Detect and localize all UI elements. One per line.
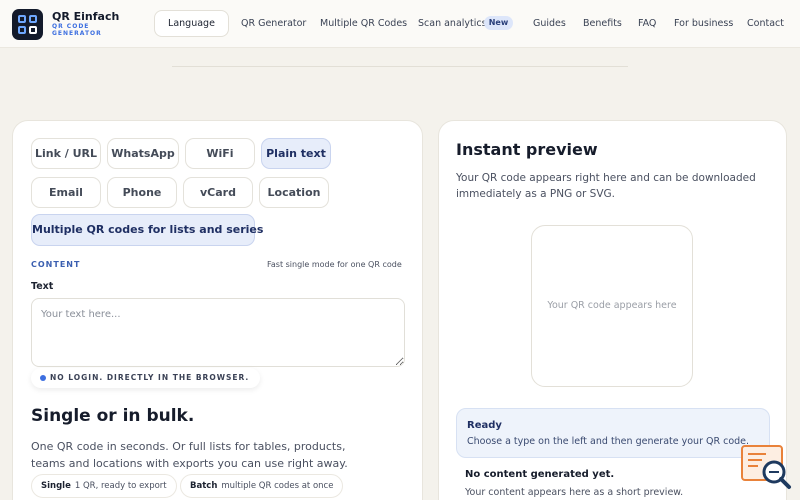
nav-multiple-qr-codes[interactable]: Multiple QR Codes — [320, 18, 407, 29]
ready-title: Ready — [467, 420, 502, 431]
preview-title: Instant preview — [456, 140, 598, 159]
bulk-title: Single or in bulk. — [31, 406, 195, 426]
nav-for-business[interactable]: For business — [674, 18, 733, 29]
type-vcard[interactable]: vCard — [183, 177, 253, 208]
batch-label: Batch — [190, 481, 218, 491]
type-multiple-qr-codes[interactable]: Multiple QR codes for lists and series — [31, 214, 263, 246]
nav-faq[interactable]: FAQ — [638, 18, 656, 29]
type-location[interactable]: Location — [259, 177, 329, 208]
single-desc: 1 QR, ready to export — [74, 481, 167, 491]
batch-mode-pill: Batch multiple QR codes at once — [180, 474, 344, 498]
type-plain-text[interactable]: Plain text — [261, 138, 331, 169]
nav-scan-analytics[interactable]: Scan analytics — [418, 18, 487, 29]
bulk-description: One QR code in seconds. Or full lists fo… — [31, 440, 348, 470]
single-label: Single — [41, 481, 71, 491]
divider — [172, 66, 628, 67]
empty-state-description: Your content appears here as a short pre… — [465, 487, 684, 498]
empty-state-title: No content generated yet. — [465, 469, 615, 480]
type-wifi[interactable]: WiFi — [185, 138, 255, 169]
preview-description: Your QR code appears right here and can … — [456, 172, 756, 200]
type-email[interactable]: Email — [31, 177, 101, 208]
brand-tagline: QR CODE GENERATOR — [52, 23, 102, 37]
no-login-text: NO LOGIN. DIRECTLY IN THE BROWSER. — [50, 373, 250, 382]
chat-search-widget-icon[interactable] — [740, 444, 792, 490]
nav-contact[interactable]: Contact — [747, 18, 784, 29]
new-badge: New — [484, 16, 513, 30]
content-section-label: CONTENT — [31, 260, 81, 269]
status-dot-icon — [40, 375, 46, 381]
type-link-url[interactable]: Link / URL — [31, 138, 101, 169]
language-button[interactable]: Language — [154, 10, 229, 37]
brand-name[interactable]: QR Einfach — [52, 10, 119, 23]
qr-preview-area: Your QR code appears here — [531, 225, 693, 387]
text-field-label: Text — [31, 281, 54, 292]
nav-benefits[interactable]: Benefits — [583, 18, 622, 29]
batch-desc: multiple QR codes at once — [221, 481, 334, 491]
type-phone[interactable]: Phone — [107, 177, 177, 208]
site-header: QR Einfach QR CODE GENERATOR Language QR… — [0, 0, 800, 48]
no-login-badge: NO LOGIN. DIRECTLY IN THE BROWSER. — [31, 368, 260, 388]
nav-guides[interactable]: Guides — [533, 18, 566, 29]
type-whatsapp[interactable]: WhatsApp — [107, 138, 179, 169]
text-input[interactable] — [31, 298, 405, 367]
nav-qr-generator[interactable]: QR Generator — [241, 18, 306, 29]
logo-icon[interactable] — [12, 9, 43, 40]
mode-hint: Fast single mode for one QR code — [267, 260, 402, 269]
ready-description: Choose a type on the left and then gener… — [467, 436, 750, 447]
ready-status-box: Ready Choose a type on the left and then… — [456, 408, 770, 458]
single-mode-pill: Single 1 QR, ready to export — [31, 474, 177, 498]
